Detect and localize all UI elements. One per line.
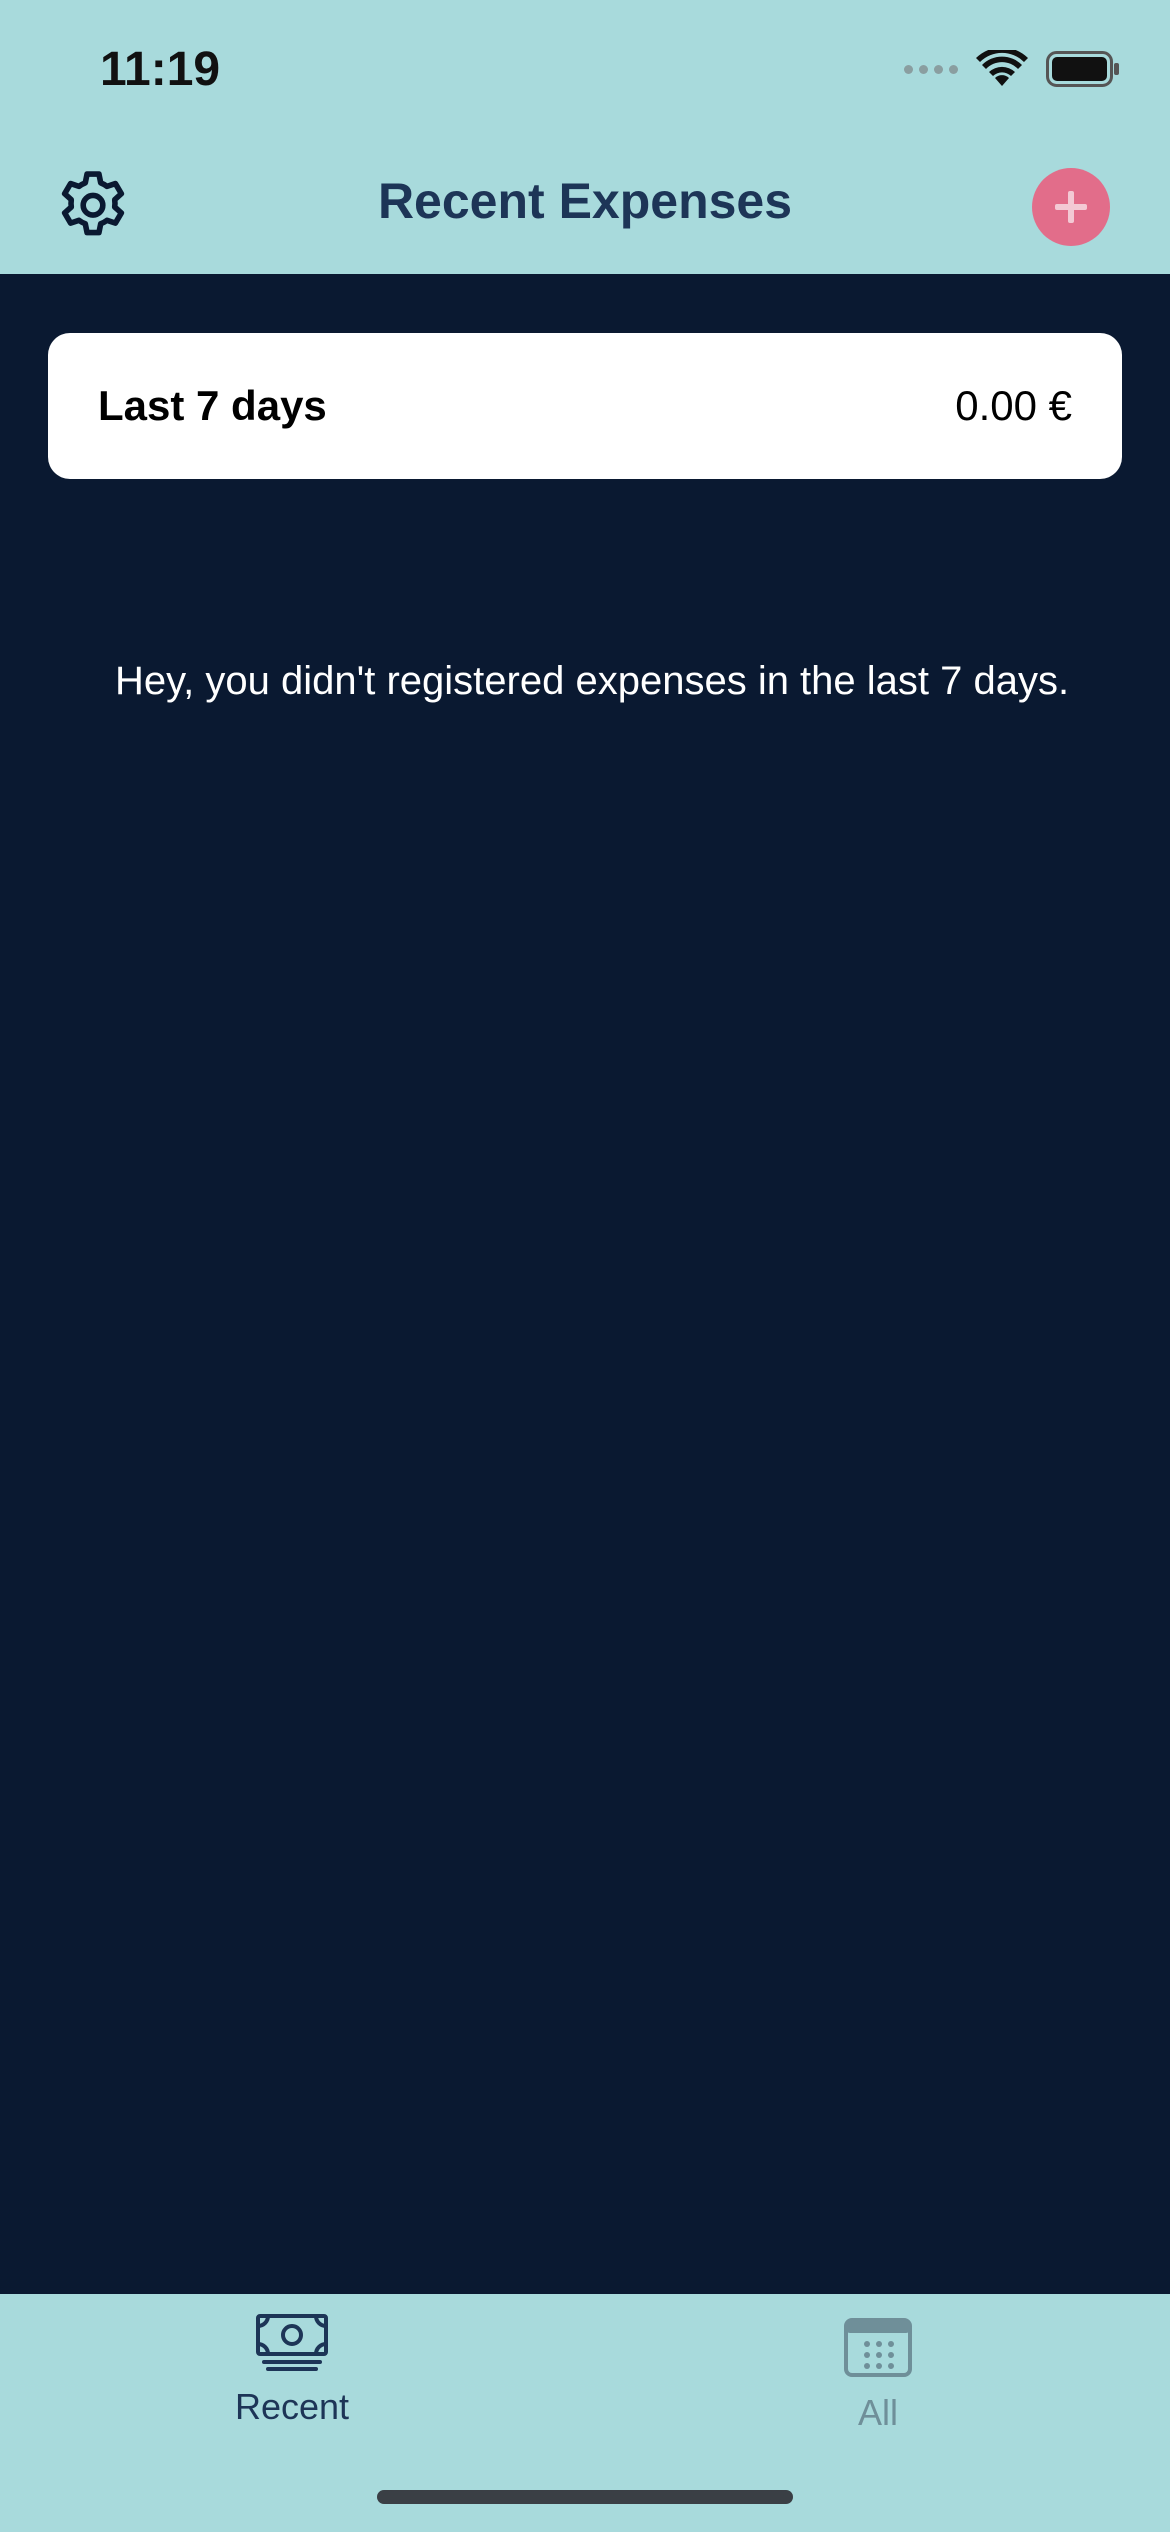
wifi-icon [976,50,1028,86]
add-expense-button[interactable] [1032,168,1110,246]
tab-all-label: All [857,2392,898,2433]
tab-all[interactable]: All [728,2314,1028,2434]
page-title: Recent Expenses [377,173,793,229]
app-screen: 11:19 Recent Expenses Last 7 days 0.00 €… [0,0,1170,2532]
summary-period-label: Last 7 days [98,382,327,429]
summary-card: Last 7 days 0.00 € [48,333,1122,479]
money-bill-icon [256,2314,328,2371]
tab-recent[interactable]: Recent [142,2314,442,2428]
tab-recent-label: Recent [234,2386,350,2427]
top-bar: 11:19 Recent Expenses [0,0,1170,274]
empty-state-message: Hey, you didn't registered expenses in t… [115,659,1070,703]
cellular-signal-icon [904,64,958,74]
status-time: 11:19 [100,43,221,96]
calendar-icon [844,2318,912,2377]
home-indicator [377,2490,793,2504]
battery-icon [1046,51,1119,87]
plus-icon [1055,191,1087,223]
summary-total-value: 0.00 € [955,382,1072,429]
status-icons [904,50,1120,88]
